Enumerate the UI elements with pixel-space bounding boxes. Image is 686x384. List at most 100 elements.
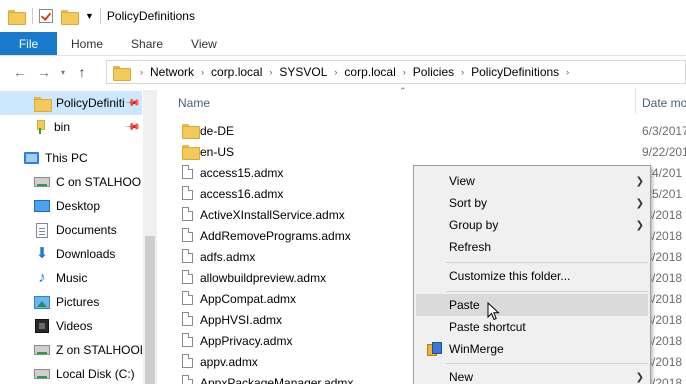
- menu-item-sort-by[interactable]: Sort by ❯: [416, 192, 648, 214]
- pin-icon[interactable]: 📌: [123, 95, 140, 112]
- navigation-pane: PolicyDefiniti 📌 bin 📌 This PC C on STAL…: [0, 90, 148, 384]
- sidebar-item-label: PolicyDefiniti: [56, 96, 125, 110]
- chevron-right-icon[interactable]: ›: [563, 67, 572, 77]
- file-name: access15.admx: [200, 165, 284, 180]
- breadcrumb-corp-local-2[interactable]: corp.local: [340, 65, 399, 79]
- file-name: AppxPackageManager.admx: [200, 375, 354, 384]
- documents-icon: [36, 222, 48, 238]
- sidebar-item-downloads[interactable]: ⬇ Downloads: [0, 242, 142, 266]
- file-name: appv.admx: [200, 354, 258, 369]
- sidebar-item-documents[interactable]: Documents: [0, 218, 142, 242]
- tab-file[interactable]: File: [0, 32, 57, 55]
- properties-icon[interactable]: [39, 9, 53, 23]
- music-icon: ♪: [38, 269, 46, 286]
- sidebar-item-z-on-stalhood[interactable]: Z on STALHOOD: [0, 338, 142, 362]
- up-arrow-icon[interactable]: ↑: [70, 60, 94, 84]
- navigation-bar: ← → ▾ ↑ › Network › corp.local › SYSVOL › c…: [0, 56, 686, 88]
- sidebar-item-policydefinitions[interactable]: PolicyDefiniti 📌: [0, 91, 142, 115]
- ribbon-tabs: File Home Share View: [0, 32, 686, 56]
- menu-item-paste[interactable]: Paste: [416, 294, 648, 316]
- column-header-date-modified[interactable]: Date mo: [642, 96, 686, 110]
- pin-icon[interactable]: 📌: [123, 119, 140, 136]
- folder-icon: [34, 96, 52, 112]
- sidebar-item-local-disk-c[interactable]: Local Disk (C:): [0, 362, 142, 384]
- sidebar-item-label: Desktop: [56, 199, 101, 213]
- admx-file-icon: [182, 249, 193, 263]
- menu-separator: [446, 291, 648, 292]
- menu-separator: [446, 262, 648, 263]
- menu-item-group-by[interactable]: Group by ❯: [416, 214, 648, 236]
- admx-file-icon: [182, 375, 193, 384]
- chevron-right-icon[interactable]: ›: [198, 67, 207, 77]
- admx-file-icon: [182, 354, 193, 368]
- customize-toolbar-dropdown-icon[interactable]: ▼: [85, 11, 94, 21]
- tab-view[interactable]: View: [177, 32, 231, 55]
- file-name: de-DE: [200, 123, 235, 138]
- admx-file-icon: [182, 165, 193, 179]
- pictures-icon: [34, 295, 50, 309]
- menu-item-refresh[interactable]: Refresh: [416, 236, 648, 258]
- scrollbar-thumb[interactable]: [145, 236, 155, 384]
- recent-locations-chevron-icon[interactable]: ▾: [56, 60, 70, 84]
- back-arrow-icon[interactable]: ←: [8, 60, 32, 84]
- sidebar-item-this-pc[interactable]: This PC: [0, 146, 142, 170]
- sidebar-item-desktop[interactable]: Desktop: [0, 194, 142, 218]
- quick-access-toolbar: ▼: [8, 8, 107, 25]
- sidebar-item-c-on-stalhood[interactable]: C on STALHOOD: [0, 170, 142, 194]
- submenu-arrow-icon: ❯: [635, 371, 644, 383]
- submenu-arrow-icon: ❯: [635, 219, 644, 231]
- submenu-arrow-icon: ❯: [635, 197, 644, 209]
- sidebar-item-label: This PC: [45, 151, 88, 165]
- sidebar-item-label: bin: [54, 120, 71, 134]
- chevron-right-icon[interactable]: ›: [331, 67, 340, 77]
- chevron-right-icon[interactable]: ›: [266, 67, 275, 77]
- admx-file-icon: [182, 333, 193, 347]
- address-bar[interactable]: › Network › corp.local › SYSVOL › corp.loca…: [106, 60, 686, 84]
- column-header-name[interactable]: Name: [178, 96, 210, 110]
- menu-item-winmerge[interactable]: WinMerge: [416, 338, 648, 360]
- chevron-right-icon[interactable]: ›: [400, 67, 409, 77]
- breadcrumb-corp-local[interactable]: corp.local: [207, 65, 266, 79]
- list-item[interactable]: en-US 9/22/201: [158, 141, 686, 162]
- chevron-right-icon[interactable]: ›: [137, 67, 146, 77]
- menu-item-paste-shortcut[interactable]: Paste shortcut: [416, 316, 648, 338]
- videos-icon: [35, 319, 49, 333]
- sidebar-item-label: Music: [56, 271, 88, 285]
- sidebar-item-videos[interactable]: Videos: [0, 314, 142, 338]
- list-item[interactable]: de-DE 6/3/2017: [158, 120, 686, 141]
- tab-share[interactable]: Share: [117, 32, 177, 55]
- menu-item-label: Sort by: [449, 196, 488, 210]
- breadcrumb-sysvol[interactable]: SYSVOL: [275, 65, 331, 79]
- forward-arrow-icon[interactable]: →: [32, 60, 56, 84]
- sidebar-item-pictures[interactable]: Pictures: [0, 290, 142, 314]
- menu-item-customize-folder[interactable]: Customize this folder...: [416, 265, 648, 287]
- file-name: AppHVSI.admx: [200, 312, 283, 327]
- folder-icon: [182, 145, 200, 160]
- breadcrumb-network[interactable]: Network: [146, 65, 198, 79]
- menu-item-new[interactable]: New ❯: [416, 366, 648, 384]
- winmerge-icon: [427, 342, 442, 356]
- tab-home[interactable]: Home: [57, 32, 117, 55]
- downloads-icon: ⬇: [35, 245, 49, 262]
- desktop-icon: [34, 200, 50, 212]
- breadcrumb-policies[interactable]: Policies: [409, 65, 458, 79]
- menu-item-label: Customize this folder...: [449, 269, 571, 283]
- menu-item-view[interactable]: View ❯: [416, 170, 648, 192]
- file-date: 6/3/2017: [642, 123, 686, 138]
- admx-file-icon: [182, 312, 193, 326]
- chevron-right-icon[interactable]: ›: [458, 67, 467, 77]
- column-divider[interactable]: [635, 88, 636, 114]
- admx-file-icon: [182, 228, 193, 242]
- sidebar-item-bin[interactable]: bin 📌: [0, 115, 142, 139]
- this-pc-icon: [24, 152, 39, 164]
- sidebar-scrollbar[interactable]: [143, 90, 157, 384]
- sort-ascending-icon: ⌃: [399, 86, 407, 96]
- sidebar-item-music[interactable]: ♪ Music: [0, 266, 142, 290]
- folder-icon: [182, 124, 200, 139]
- divider: [32, 8, 33, 24]
- menu-item-label: Paste: [449, 298, 480, 312]
- new-folder-icon[interactable]: [61, 9, 79, 25]
- admx-file-icon: [182, 291, 193, 305]
- breadcrumb-policydefinitions[interactable]: PolicyDefinitions: [467, 65, 563, 79]
- sidebar-item-label: Pictures: [56, 295, 100, 309]
